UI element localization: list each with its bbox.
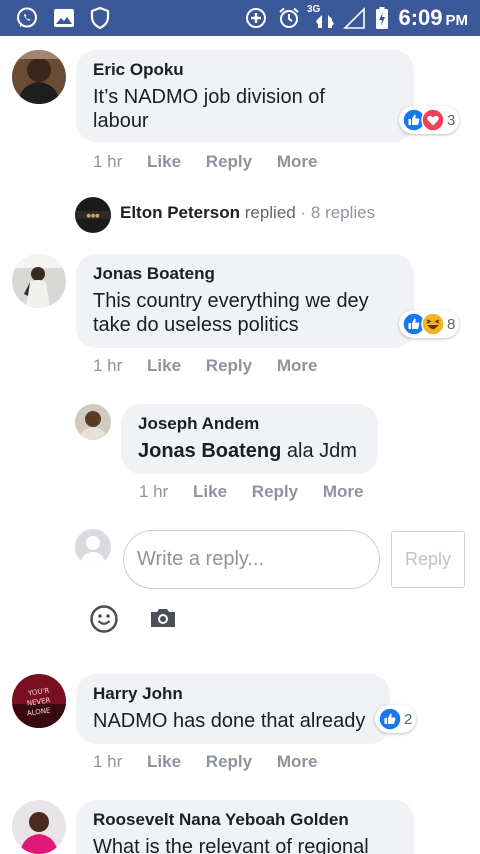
comment-bubble: Roosevelt Nana Yeboah Golden What is the… [76, 800, 414, 854]
haha-reaction-icon [421, 312, 445, 336]
reply-placeholder: Write a reply... [137, 548, 265, 570]
like-button[interactable]: Like [147, 356, 181, 376]
comment-time: 1 hr [93, 752, 123, 771]
reply-button[interactable]: Reply [206, 356, 252, 376]
current-user-avatar-icon [75, 529, 111, 565]
like-button[interactable]: Like [147, 152, 181, 172]
status-bar: 3G 6:09 PM [0, 0, 480, 36]
avatar[interactable] [12, 50, 66, 104]
comment-author[interactable]: Roosevelt Nana Yeboah Golden [93, 810, 349, 830]
reply-author: Elton Peterson [120, 203, 240, 222]
reply-button[interactable]: Reply [206, 152, 252, 172]
reply-actions: 1 hr Like Reply More [139, 482, 363, 502]
svg-text:●●●: ●●● [86, 213, 100, 219]
avatar[interactable]: YOU'R NEVER ALONE [12, 674, 66, 728]
love-reaction-icon [421, 108, 445, 132]
reaction-summary[interactable]: 8 [399, 310, 460, 338]
comment-author[interactable]: Harry John [93, 684, 183, 704]
comment-actions: 1 hr Like Reply More [93, 356, 317, 376]
comment-bubble: Eric Opoku It’s NADMO job division of la… [76, 50, 414, 142]
comment-author[interactable]: Jonas Boateng [93, 264, 215, 284]
reply-bubble: Joseph Andem Jonas Boateng ala Jdm [121, 404, 378, 474]
comment-actions: 1 hr Like Reply More [93, 752, 317, 772]
add-circle-icon [244, 6, 268, 30]
like-reaction-icon [378, 707, 402, 731]
reply-time: 1 hr [139, 482, 169, 501]
reply-input[interactable]: Write a reply... [123, 530, 380, 589]
reply-submit-button[interactable]: Reply [391, 531, 465, 588]
signal-icon [342, 6, 366, 30]
avatar[interactable] [12, 254, 66, 308]
reaction-count: 2 [404, 710, 413, 728]
reply-author[interactable]: Joseph Andem [138, 414, 259, 434]
comment-time: 1 hr [93, 152, 123, 171]
reaction-count: 8 [447, 315, 456, 333]
reply-button[interactable]: Reply [252, 482, 298, 502]
reaction-summary[interactable]: 2 [375, 705, 417, 733]
avatar[interactable] [12, 800, 66, 854]
replied-label: replied [244, 203, 296, 222]
reply-body: ala Jdm [286, 440, 357, 462]
whatsapp-icon [14, 6, 40, 30]
battery-charging-icon [374, 6, 390, 30]
alarm-icon [276, 6, 302, 30]
comment-text: This country everything we dey take do u… [93, 290, 369, 336]
replies-summary[interactable]: Elton Peterson replied · 8 replies [120, 203, 375, 223]
more-button[interactable]: More [277, 752, 318, 772]
reaction-count: 3 [447, 111, 456, 129]
comment-text: NADMO has done that already [93, 710, 366, 732]
more-button[interactable]: More [323, 482, 364, 502]
mention-link[interactable]: Jonas Boateng [138, 440, 281, 462]
like-button[interactable]: Like [147, 752, 181, 772]
more-button[interactable]: More [277, 152, 318, 172]
like-button[interactable]: Like [193, 482, 227, 502]
gallery-icon [52, 6, 76, 30]
comment-bubble: Harry John NADMO has done that already [76, 674, 390, 744]
reply-count: · 8 replies [300, 203, 376, 222]
comment-actions: 1 hr Like Reply More [93, 152, 317, 172]
more-button[interactable]: More [277, 356, 318, 376]
emoji-icon[interactable] [89, 604, 119, 634]
data-arrows-icon [312, 6, 338, 30]
comment-bubble: Jonas Boateng This country everything we… [76, 254, 414, 348]
comment-author[interactable]: Eric Opoku [93, 60, 184, 80]
shield-icon [88, 6, 112, 30]
reply-button[interactable]: Reply [206, 752, 252, 772]
clock: 6:09 PM [398, 5, 468, 30]
comment-text: It’s NADMO job division of labour [93, 86, 325, 132]
camera-icon[interactable] [149, 606, 177, 630]
reaction-summary[interactable]: 3 [399, 106, 460, 134]
comment-text: What is the relevant of regional [93, 836, 369, 854]
comment-time: 1 hr [93, 356, 123, 375]
reply-text: Jonas Boateng ala Jdm [138, 439, 368, 463]
avatar[interactable] [75, 404, 111, 440]
avatar[interactable]: ●●● [75, 197, 111, 233]
